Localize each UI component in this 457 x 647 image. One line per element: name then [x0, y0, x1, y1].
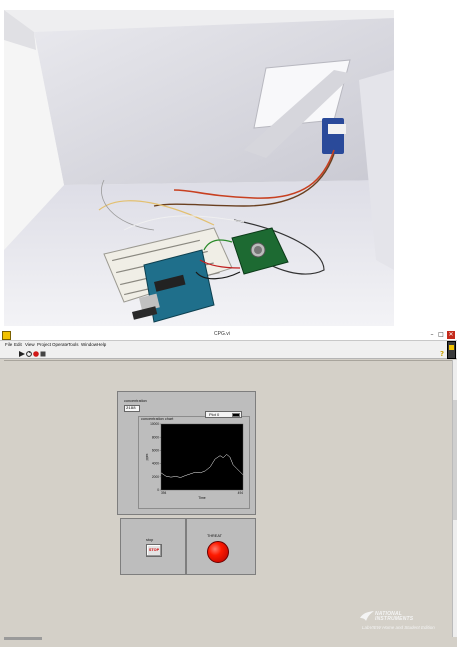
pause-icon[interactable]	[40, 351, 46, 357]
ni-eagle-icon	[360, 611, 374, 621]
window-title: CPG.vi	[214, 331, 230, 337]
y-tick-label: 6000	[152, 449, 159, 453]
y-tick-label: 4000	[152, 462, 159, 466]
ni-line2: INSTRUMENTS	[375, 616, 414, 622]
x-tick-label: 494	[238, 491, 244, 495]
context-help-icon[interactable]: ?	[440, 350, 444, 358]
threat-label: THREAT	[207, 534, 222, 538]
horizontal-scrollbar[interactable]	[4, 637, 42, 640]
plot-area	[160, 423, 244, 491]
menu-window[interactable]: Window	[81, 342, 97, 347]
menu-operate[interactable]: Operate	[52, 342, 68, 347]
legend-swatch	[232, 413, 240, 417]
labview-window: CPG.vi – □ ✕ File Edit View Project Oper…	[0, 330, 457, 647]
x-axis-label: Time	[198, 496, 206, 500]
stop-label: stop	[146, 538, 154, 542]
run-continuous-icon[interactable]	[26, 351, 32, 357]
run-arrow-icon[interactable]	[19, 351, 25, 357]
stop-button[interactable]: STOP	[146, 544, 162, 557]
labview-app-icon	[2, 331, 11, 340]
minimize-button[interactable]: –	[428, 331, 436, 339]
menu-file[interactable]: File	[5, 342, 12, 347]
menu-edit[interactable]: Edit	[14, 342, 22, 347]
close-button[interactable]: ✕	[447, 331, 455, 339]
menu-bar: File Edit View Project Operate Tools Win…	[0, 341, 457, 349]
toolbar: ?	[0, 349, 457, 359]
breadboard-photo-drawing	[4, 10, 394, 326]
menu-help[interactable]: Help	[97, 342, 106, 347]
maximize-button[interactable]: □	[437, 331, 445, 339]
menu-tools[interactable]: Tools	[68, 342, 79, 347]
concentration-label: concentration	[124, 399, 147, 403]
title-bar: CPG.vi – □ ✕	[0, 330, 457, 341]
scroll-thumb[interactable]	[453, 400, 457, 520]
stop-section: stop STOP	[120, 518, 186, 575]
breadboard-photo	[4, 10, 394, 326]
threat-led	[207, 541, 229, 563]
concentration-indicator: 2188	[124, 405, 140, 412]
legend-label: Plot 0	[209, 412, 220, 417]
ni-line3: LabVIEW Home and Student Edition	[362, 625, 435, 630]
y-tick-label: 8000	[152, 435, 159, 439]
concentration-chart: concentration chart Plot 0 0 2000 4000 6000…	[138, 411, 250, 509]
y-tick-label: 10000	[150, 422, 159, 426]
abort-icon[interactable]	[33, 351, 39, 357]
vi-icon	[447, 341, 456, 359]
y-tick-label: 2000	[152, 475, 159, 479]
vertical-scrollbar[interactable]	[452, 360, 457, 637]
chart-label: concentration chart	[141, 417, 174, 421]
concentration-cluster: concentration 2188 concentration chart P…	[117, 391, 256, 515]
y-tick-label: 0	[157, 488, 159, 492]
menu-view[interactable]: View	[25, 342, 35, 347]
y-axis-label: ppm	[145, 454, 149, 461]
ni-watermark: NATIONAL INSTRUMENTS LabVIEW Home and St…	[360, 611, 448, 635]
chart-legend[interactable]: Plot 0	[205, 411, 242, 418]
x-tick-label: 394	[161, 491, 167, 495]
chart-plot: 0 2000 4000 6000 8000 10000 394 494 Time ppm	[145, 422, 244, 500]
threat-section: THREAT	[186, 518, 256, 575]
menu-project[interactable]: Project	[37, 342, 51, 347]
